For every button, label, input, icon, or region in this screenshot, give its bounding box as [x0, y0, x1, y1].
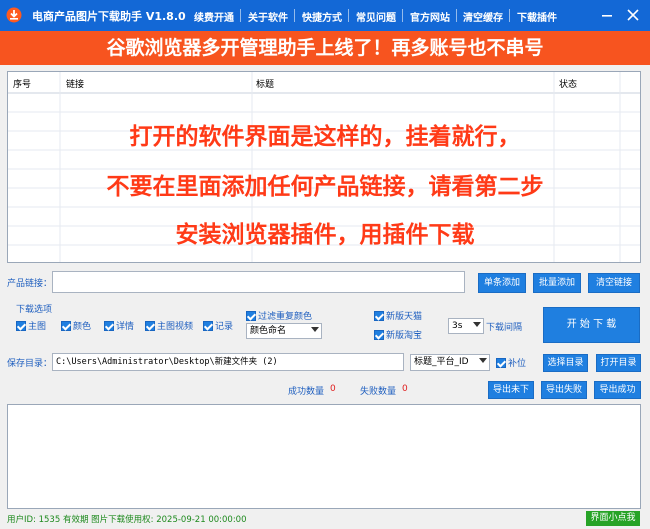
checkbox-checked-icon	[203, 320, 213, 331]
menu-divider	[509, 9, 510, 22]
menu-website[interactable]: 官方网站	[410, 9, 450, 24]
interval-select[interactable]: 3s	[448, 318, 484, 334]
app-download-icon	[6, 7, 22, 23]
log-area[interactable]	[7, 404, 641, 509]
status-bar: 用户ID: 1535 有效期 图片下载使用权: 2025-09-21 00:00…	[0, 509, 650, 529]
select-value: 标题_平台_ID	[414, 357, 469, 367]
save-dir-input[interactable]: C:\Users\Administrator\Desktop\新建文件夹 (2)	[52, 353, 404, 371]
success-count-value: 0	[330, 384, 336, 394]
checkbox-color[interactable]: 颜色	[61, 319, 91, 332]
instruction-line-2: 不要在里面添加任何产品链接，请看第二步	[106, 174, 544, 200]
checkbox-main-image[interactable]: 主图	[16, 319, 46, 332]
link-table[interactable]: 序号 链接 标题 状态 打开的软件界面是这样的，挂着就行， 不要在里面添加任何产…	[7, 71, 641, 263]
checkbox-record[interactable]: 记录	[203, 319, 233, 332]
checkbox-detail[interactable]: 详情	[104, 319, 134, 332]
menu-about[interactable]: 关于软件	[248, 9, 288, 24]
checkbox-label: 补位	[508, 359, 527, 369]
clear-links-button[interactable]: 清空链接	[588, 273, 640, 293]
checkbox-checked-icon	[145, 320, 155, 331]
mini-mode-button[interactable]: 界面小点我	[586, 511, 640, 526]
checkbox-filter-duplicate-colors[interactable]: 过滤重复颜色	[246, 309, 312, 322]
checkbox-new-taobao[interactable]: 新版淘宝	[374, 328, 422, 341]
success-count-label: 成功数量	[288, 387, 325, 397]
checkbox-checked-icon	[61, 320, 71, 331]
checkbox-label: 颜色	[73, 322, 92, 332]
export-failed-button[interactable]: 导出失败	[541, 381, 587, 399]
checkbox-label: 详情	[116, 322, 135, 332]
choose-dir-button[interactable]: 选择目录	[543, 354, 588, 372]
app-title: 电商产品图片下载助手 V1.8.0	[32, 10, 186, 23]
checkbox-checked-icon	[374, 310, 384, 321]
fail-count-label: 失败数量	[360, 387, 397, 397]
minimize-icon[interactable]	[598, 6, 616, 24]
menu-divider	[348, 9, 349, 22]
menu-divider	[240, 9, 241, 22]
checkbox-label: 主图	[28, 322, 47, 332]
column-header-status[interactable]: 状态	[559, 77, 577, 90]
add-single-button[interactable]: 单条添加	[478, 273, 526, 293]
download-options-title: 下载选项	[16, 305, 53, 315]
export-pending-button[interactable]: 导出未下	[488, 381, 534, 399]
checkbox-checked-icon	[496, 357, 506, 368]
checkbox-label: 新版天猫	[386, 312, 423, 322]
title-bar: 电商产品图片下载助手 V1.8.0 续费开通 关于软件 快捷方式 常见问题 官方…	[0, 0, 650, 31]
checkbox-label: 主图视频	[157, 322, 194, 332]
color-naming-select[interactable]: 颜色命名	[246, 323, 322, 339]
file-naming-select[interactable]: 标题_平台_ID	[410, 354, 490, 371]
add-batch-button[interactable]: 批量添加	[533, 273, 581, 293]
open-dir-button[interactable]: 打开目录	[596, 354, 641, 372]
close-icon[interactable]	[624, 6, 642, 24]
menu-download-plugin[interactable]: 下载插件	[517, 9, 557, 24]
product-link-label: 产品链接：	[7, 279, 53, 289]
menu-clear-cache[interactable]: 清空缓存	[463, 9, 503, 24]
checkbox-pad[interactable]: 补位	[496, 356, 526, 369]
instruction-line-1: 打开的软件界面是这样的，挂着就行，	[129, 124, 521, 150]
export-success-button[interactable]: 导出成功	[594, 381, 641, 399]
column-header-link[interactable]: 链接	[66, 77, 84, 90]
menu-faq[interactable]: 常见问题	[356, 9, 396, 24]
start-download-button[interactable]: 开 始 下 载	[543, 307, 640, 343]
save-dir-label: 保存目录：	[7, 359, 53, 369]
menu-divider	[456, 9, 457, 22]
column-header-index[interactable]: 序号	[13, 77, 31, 90]
column-header-title[interactable]: 标题	[256, 77, 274, 90]
chevron-down-icon	[473, 322, 481, 327]
promo-banner[interactable]: 谷歌浏览器多开管理助手上线了！再多账号也不串号	[0, 31, 650, 65]
fail-count-value: 0	[402, 384, 408, 394]
menu-divider	[294, 9, 295, 22]
checkbox-checked-icon	[16, 320, 26, 331]
interval-label: 下载间隔	[486, 323, 523, 333]
status-text: 用户ID: 1535 有效期 图片下载使用权: 2025-09-21 00:00…	[7, 515, 247, 525]
menu-shortcut[interactable]: 快捷方式	[302, 9, 342, 24]
product-link-input[interactable]	[52, 271, 465, 293]
menu-renew[interactable]: 续费开通	[194, 9, 234, 24]
checkbox-checked-icon	[104, 320, 114, 331]
checkbox-label: 过滤重复颜色	[258, 312, 313, 322]
checkbox-new-tmall[interactable]: 新版天猫	[374, 309, 422, 322]
menu-divider	[402, 9, 403, 22]
checkbox-checked-icon	[374, 329, 384, 340]
checkbox-label: 新版淘宝	[386, 331, 423, 341]
select-value: 颜色命名	[250, 326, 287, 336]
chevron-down-icon	[479, 358, 487, 363]
checkbox-checked-icon	[246, 310, 256, 321]
select-value: 3s	[452, 321, 463, 331]
checkbox-main-video[interactable]: 主图视频	[145, 319, 193, 332]
instruction-line-3: 安装浏览器插件，用插件下载	[175, 222, 475, 248]
checkbox-label: 记录	[215, 322, 234, 332]
chevron-down-icon	[311, 327, 319, 332]
